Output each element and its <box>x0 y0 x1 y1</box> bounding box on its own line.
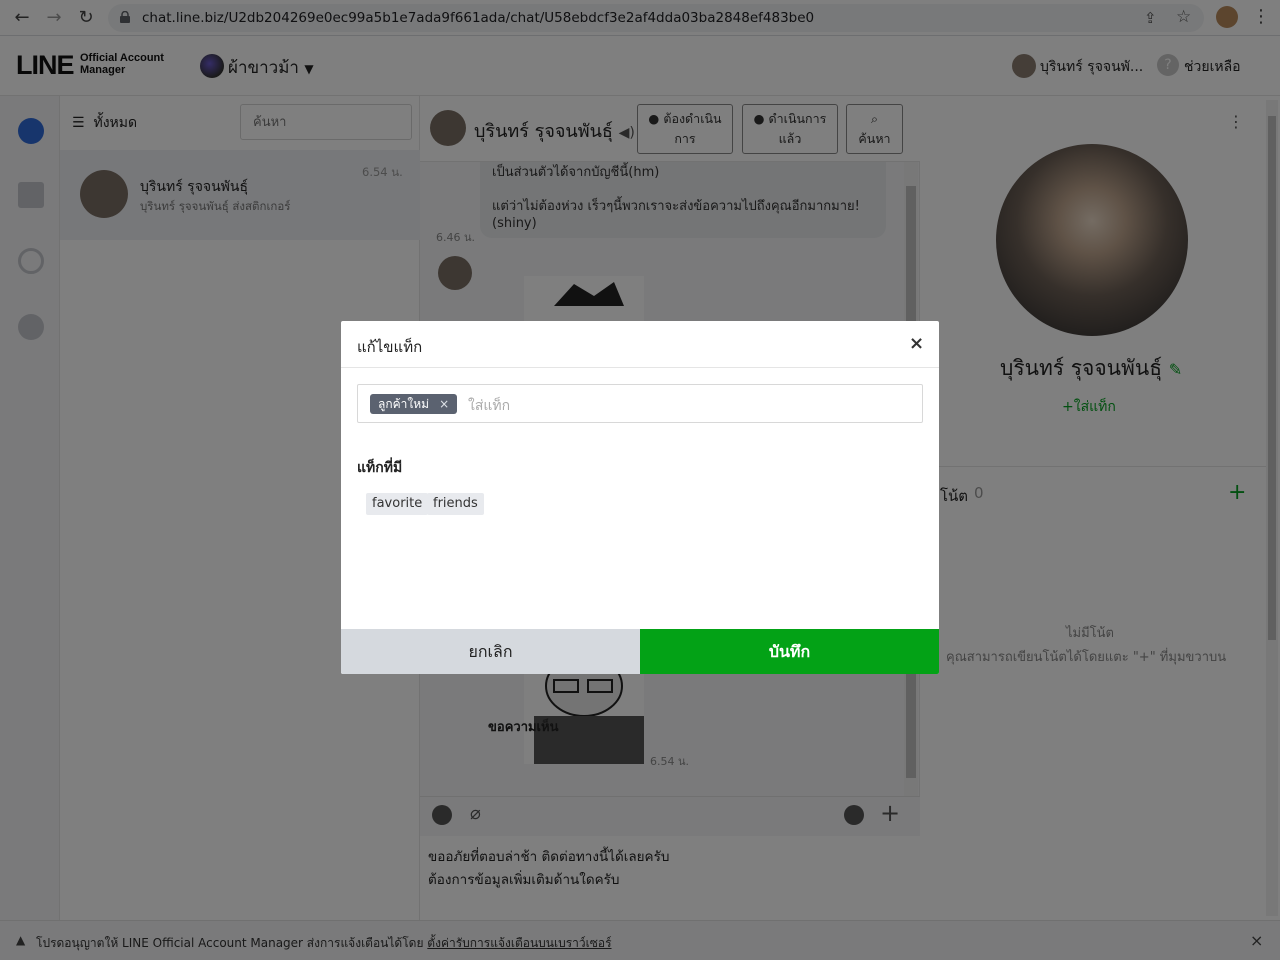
tag-input-placeholder[interactable]: ใส่แท็ก <box>468 395 510 417</box>
tag-chip-label: ลูกค้าใหม่ <box>378 397 430 411</box>
available-tag[interactable]: friends <box>427 493 484 515</box>
tag-chip: ลูกค้าใหม่ × <box>370 394 458 414</box>
available-tag[interactable]: favorite <box>366 493 429 515</box>
save-button[interactable]: บันทึก <box>640 629 939 674</box>
edit-tag-dialog: แก้ไขแท็ก × ลูกค้าใหม่ × ใส่แท็ก แท็กที่ม… <box>341 321 939 674</box>
cancel-button[interactable]: ยกเลิก <box>341 629 640 674</box>
available-tags-title: แท็กที่มี <box>357 460 403 476</box>
remove-tag-icon[interactable]: × <box>439 397 449 411</box>
tag-input-box[interactable]: ลูกค้าใหม่ × ใส่แท็ก <box>357 384 923 423</box>
dialog-title: แก้ไขแท็ก <box>357 338 423 356</box>
close-icon[interactable]: × <box>909 333 924 354</box>
divider <box>341 367 939 368</box>
